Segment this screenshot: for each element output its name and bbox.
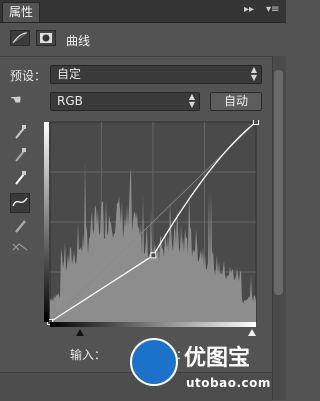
black-point-slider[interactable] [76, 329, 84, 336]
smooth-curve-icon[interactable] [10, 240, 30, 258]
on-image-adjust-hand-icon[interactable]: ☚ [10, 93, 32, 109]
dropdown-arrows-icon: ▲ ▼ [188, 92, 195, 109]
gray-point-eyedropper-icon[interactable] [10, 147, 30, 165]
auto-button[interactable]: 自动 [210, 92, 262, 111]
channel-value: RGB [57, 94, 83, 108]
output-gradient-bar [44, 122, 49, 322]
collapse-icon[interactable]: ▸▸ [244, 4, 254, 15]
preset-dropdown[interactable]: 自定 ▲ ▼ [50, 65, 262, 84]
watermark-logo-icon [130, 338, 178, 386]
divider [0, 56, 272, 57]
watermark-text: 优图宝 [184, 346, 251, 371]
preset-label: 预设： [10, 69, 47, 83]
black-point-eyedropper-icon[interactable] [10, 124, 30, 142]
panel-menu-icon[interactable]: ▾≡ [266, 4, 279, 15]
edit-points-curve-icon[interactable] [10, 193, 30, 213]
curve-point[interactable] [253, 120, 259, 125]
mask-icon[interactable] [36, 30, 56, 46]
curves-graph[interactable] [44, 120, 262, 328]
watermark-url: utobao.com [186, 376, 271, 390]
white-point-slider[interactable] [248, 329, 256, 336]
input-label: 输入： [70, 348, 107, 362]
white-point-eyedropper-icon[interactable] [10, 170, 30, 188]
scrollbar-thumb[interactable] [274, 70, 283, 295]
input-gradient-bar [50, 322, 256, 327]
preset-value: 自定 [57, 67, 82, 81]
tab-properties[interactable]: 属性 [2, 2, 40, 22]
channel-dropdown[interactable]: RGB ▲ ▼ [50, 92, 200, 111]
dropdown-arrows-icon: ▲ ▼ [250, 65, 257, 82]
curve-point[interactable] [150, 252, 157, 259]
curves-adjustment-icon [10, 30, 30, 46]
panel-title: 曲线 [66, 34, 91, 48]
draw-pencil-icon[interactable] [10, 218, 30, 236]
